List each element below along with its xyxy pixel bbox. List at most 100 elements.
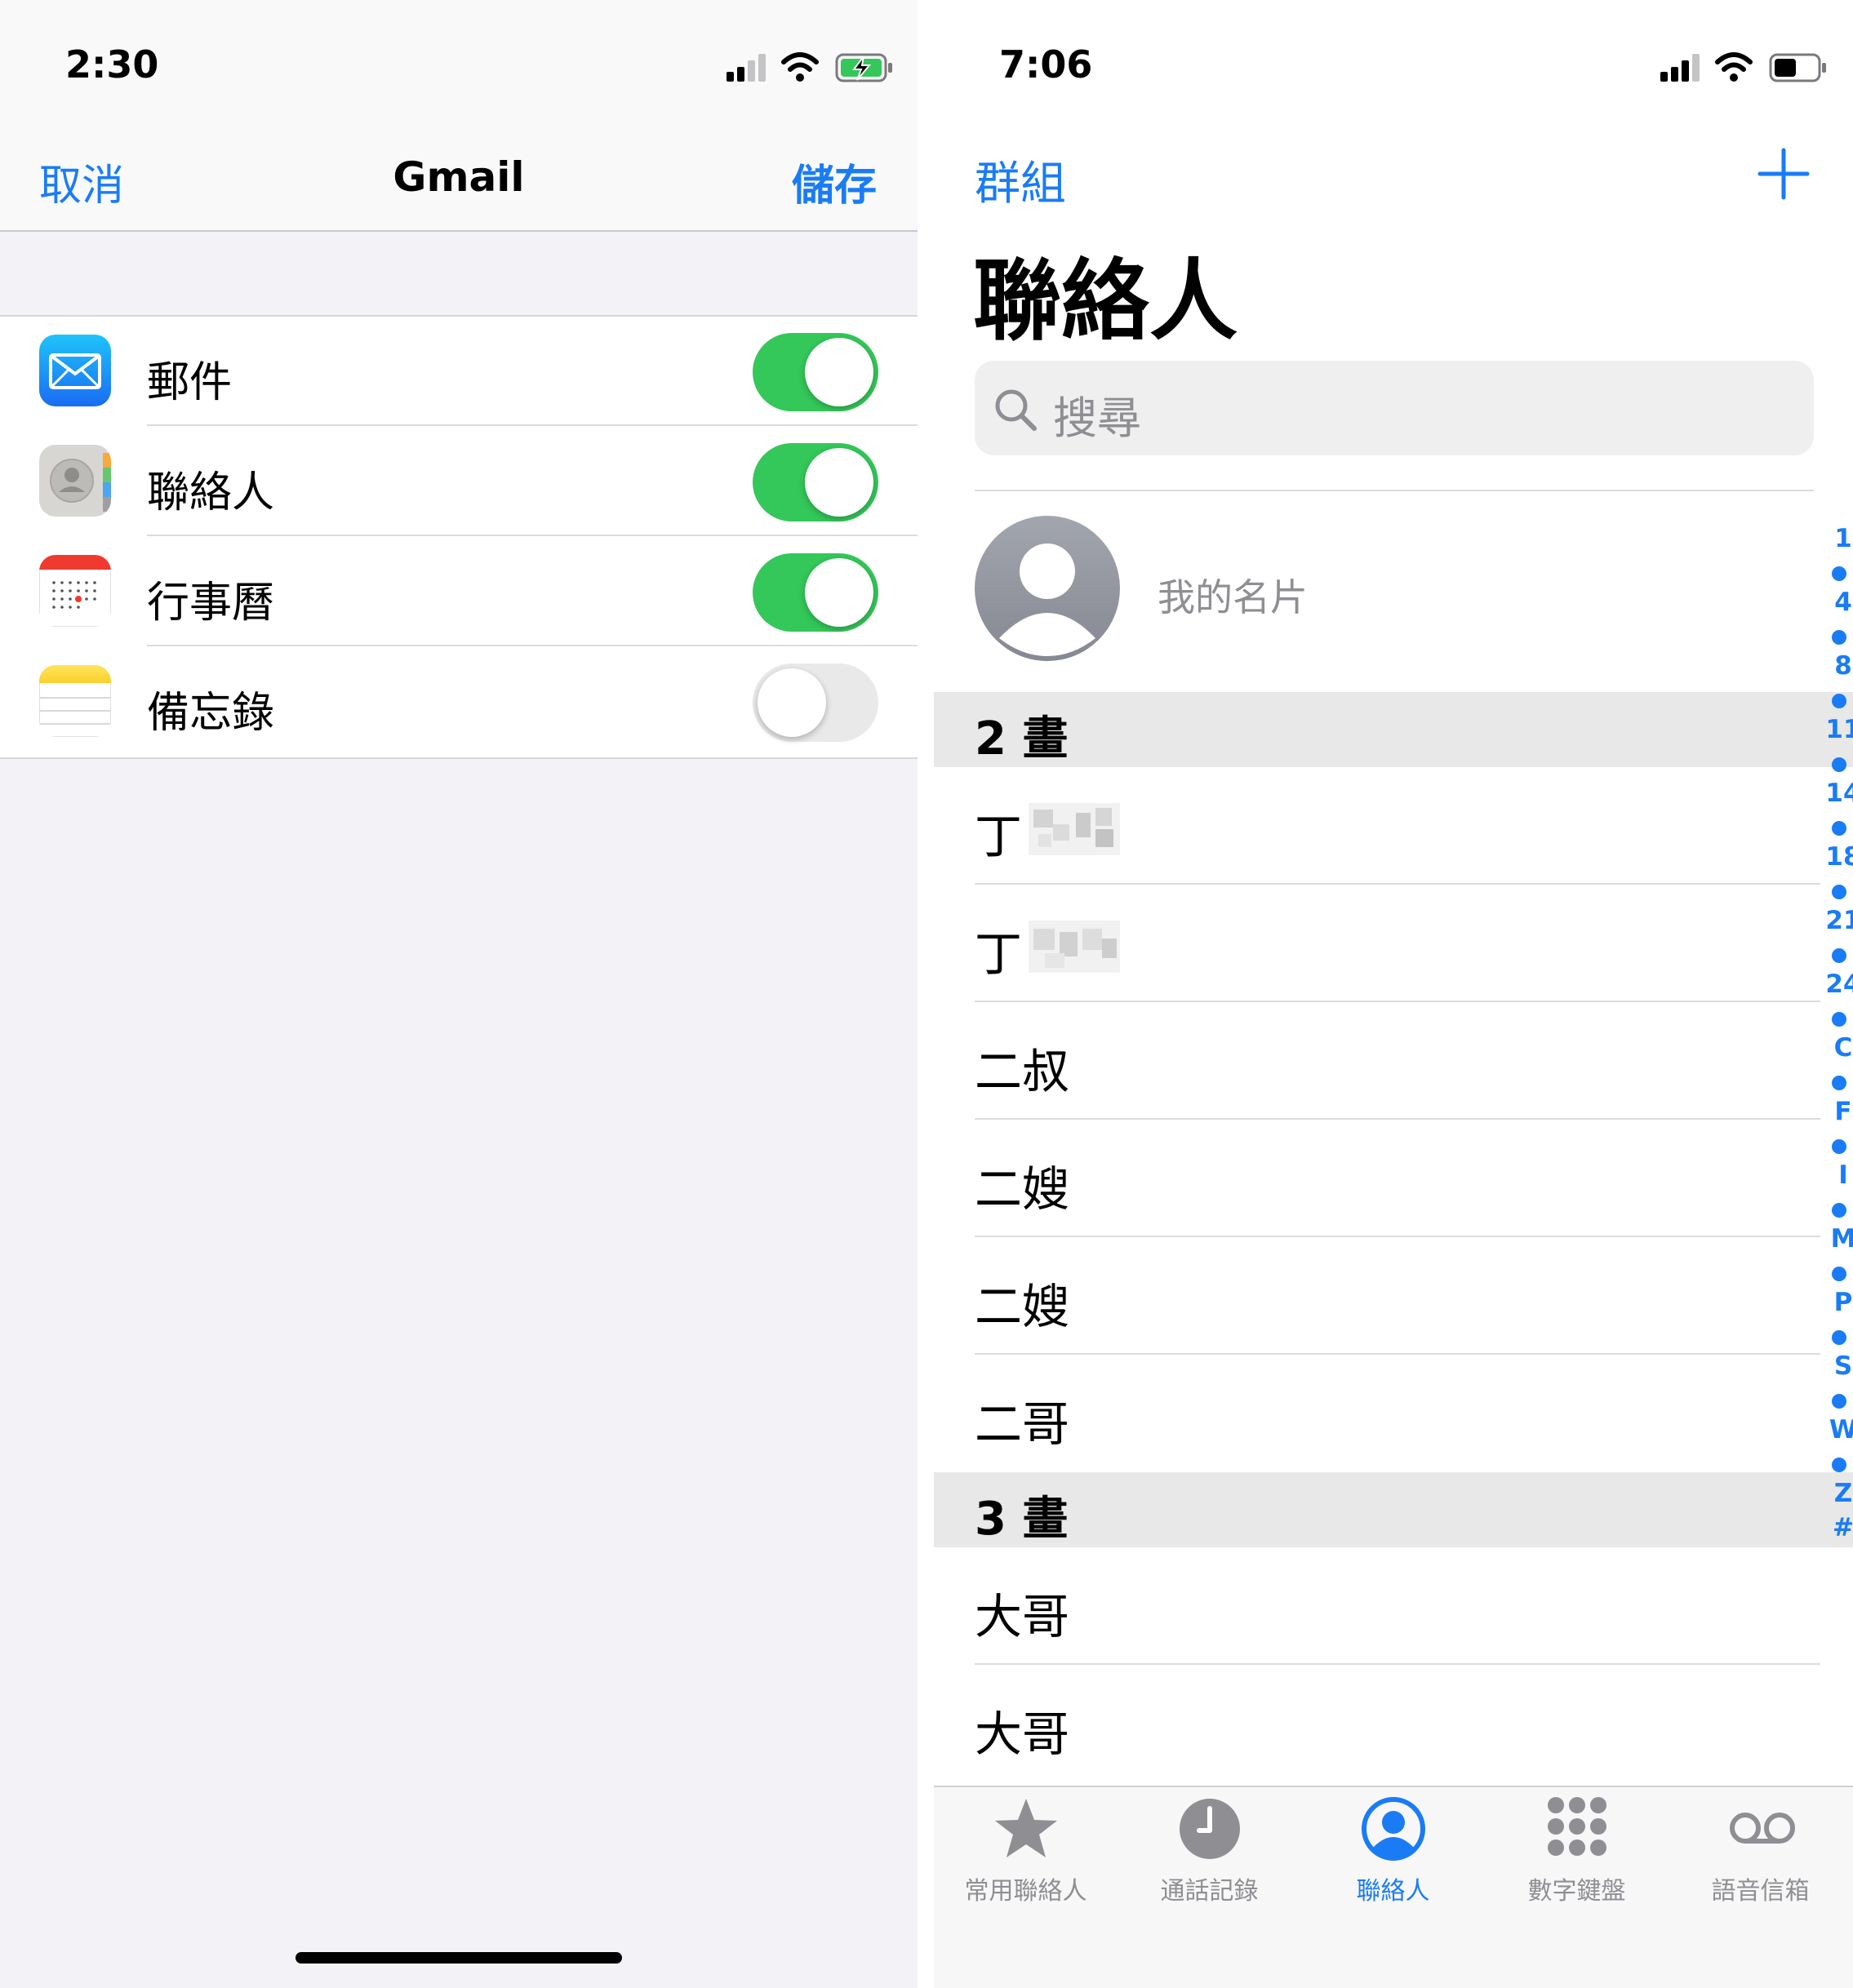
index-item[interactable]: 8 xyxy=(1819,650,1853,682)
cellular-signal-icon xyxy=(1660,54,1700,82)
clock-icon xyxy=(1180,1799,1240,1859)
index-item[interactable]: 4 xyxy=(1819,586,1853,619)
index-dot xyxy=(1832,1394,1846,1409)
notes-toggle[interactable] xyxy=(753,663,878,742)
status-time: 2:30 xyxy=(65,42,159,87)
wifi-icon xyxy=(781,52,819,82)
status-icons xyxy=(1660,52,1826,82)
index-item[interactable]: M xyxy=(1819,1223,1853,1255)
keypad-icon xyxy=(1548,1797,1606,1856)
index-item[interactable]: W xyxy=(1819,1413,1853,1446)
account-services-list: 郵件 聯絡人 行事曆 備忘錄 xyxy=(0,315,918,759)
service-row-contacts: 聯絡人 xyxy=(0,427,918,536)
index-item[interactable]: 1 xyxy=(1819,522,1853,555)
status-bar: 2:30 xyxy=(0,0,918,122)
service-row-mail: 郵件 xyxy=(0,317,918,426)
voicemail-icon xyxy=(1730,1813,1795,1844)
index-dot xyxy=(1832,821,1846,836)
contact-row[interactable]: 大哥 xyxy=(934,1665,1853,1782)
index-dot xyxy=(1832,948,1846,963)
contact-name: 丁 xyxy=(975,926,1023,982)
page-title: Gmail xyxy=(393,153,525,201)
save-button[interactable]: 儲存 xyxy=(792,151,877,212)
toggle-knob xyxy=(805,558,873,627)
index-dot xyxy=(1832,885,1846,899)
contact-name: 大哥 xyxy=(975,1706,1070,1762)
index-item[interactable]: I xyxy=(1819,1159,1853,1191)
contact-row[interactable]: 二嫂 xyxy=(934,1237,1853,1355)
toggle-knob xyxy=(758,668,826,737)
tab-favorites[interactable]: 常用聯絡人 xyxy=(934,1787,1118,1910)
section-header: 3 畫 xyxy=(934,1472,1853,1547)
index-item[interactable]: F xyxy=(1819,1095,1853,1128)
contacts-toggle[interactable] xyxy=(753,443,878,521)
avatar xyxy=(975,516,1120,661)
contact-row[interactable]: 大哥 xyxy=(934,1547,1853,1665)
contact-row[interactable]: 二嫂 xyxy=(934,1120,1853,1237)
section-header-label: 2 畫 xyxy=(975,712,1069,765)
tab-voicemail[interactable]: 語音信箱 xyxy=(1669,1787,1852,1910)
search-icon xyxy=(995,389,1037,431)
add-contact-button[interactable] xyxy=(1757,147,1811,201)
contact-name: 大哥 xyxy=(975,1589,1070,1644)
person-circle-icon xyxy=(1362,1797,1425,1861)
tab-label: 語音信箱 xyxy=(1711,1877,1810,1906)
index-item[interactable]: 11 xyxy=(1819,713,1853,746)
page-title: 聯絡人 xyxy=(973,251,1238,353)
service-label: 行事曆 xyxy=(147,579,275,628)
index-item[interactable]: 18 xyxy=(1819,841,1853,873)
tab-bar: 常用聯絡人 通話記錄 聯絡人 數字鍵盤 語音信箱 xyxy=(934,1786,1853,1988)
person-silhouette-icon xyxy=(999,544,1095,656)
index-dot xyxy=(1832,1076,1846,1090)
wifi-icon xyxy=(1715,52,1753,82)
redacted-name-blur xyxy=(1029,803,1120,855)
index-item[interactable]: 24 xyxy=(1819,968,1853,1001)
star-icon xyxy=(995,1799,1057,1857)
index-dot xyxy=(1832,1203,1846,1218)
index-dot xyxy=(1832,1267,1846,1281)
contact-name: 二叔 xyxy=(975,1044,1070,1099)
contact-row[interactable]: 丁 xyxy=(934,885,1853,1002)
service-row-notes: 備忘錄 xyxy=(0,647,918,757)
toggle-knob xyxy=(805,448,873,517)
redacted-name-blur xyxy=(1029,921,1120,973)
row-divider xyxy=(147,535,918,536)
index-item[interactable]: S xyxy=(1819,1350,1853,1382)
contact-row[interactable]: 二叔 xyxy=(934,1002,1853,1120)
navigation-bar: 取消 Gmail 儲存 xyxy=(0,122,918,232)
divider xyxy=(975,490,1814,491)
battery-charging-icon xyxy=(835,53,892,82)
contacts-screen: 7:06 群組 聯絡人 搜尋 我的名片 2 畫 丁 丁 二叔 二嫂 二嫂 二哥 … xyxy=(934,0,1853,1988)
index-item[interactable]: # xyxy=(1819,1511,1853,1544)
mail-icon xyxy=(39,335,111,406)
contact-row[interactable]: 二哥 xyxy=(934,1355,1853,1472)
tab-keypad[interactable]: 數字鍵盤 xyxy=(1485,1787,1669,1910)
status-time: 7:06 xyxy=(999,42,1093,87)
index-item[interactable]: P xyxy=(1819,1286,1853,1319)
groups-button[interactable]: 群組 xyxy=(975,147,1066,213)
index-item[interactable]: Z xyxy=(1819,1477,1853,1510)
tab-label: 數字鍵盤 xyxy=(1527,1877,1626,1906)
search-field[interactable]: 搜尋 xyxy=(975,361,1814,455)
index-item[interactable]: 14 xyxy=(1819,777,1853,810)
my-card-label: 我的名片 xyxy=(1158,575,1308,619)
service-label: 備忘錄 xyxy=(147,689,275,738)
tab-recents[interactable]: 通話記錄 xyxy=(1118,1787,1301,1910)
row-divider xyxy=(147,424,918,426)
plus-icon xyxy=(1757,148,1810,200)
index-item[interactable]: 21 xyxy=(1819,904,1853,937)
contacts-icon xyxy=(39,445,111,517)
contact-name: 二哥 xyxy=(975,1396,1070,1452)
contact-row[interactable]: 丁 xyxy=(934,767,1853,885)
calendar-toggle[interactable] xyxy=(753,553,878,632)
search-placeholder: 搜尋 xyxy=(1053,393,1141,444)
tab-contacts[interactable]: 聯絡人 xyxy=(1301,1787,1485,1910)
home-indicator[interactable] xyxy=(296,1952,622,1964)
mail-toggle[interactable] xyxy=(753,333,878,411)
cellular-signal-icon xyxy=(727,54,766,82)
row-divider xyxy=(147,645,918,646)
index-dot xyxy=(1832,566,1846,581)
tab-label: 聯絡人 xyxy=(1356,1877,1430,1906)
battery-icon xyxy=(1769,53,1826,82)
index-item[interactable]: C xyxy=(1819,1032,1853,1064)
